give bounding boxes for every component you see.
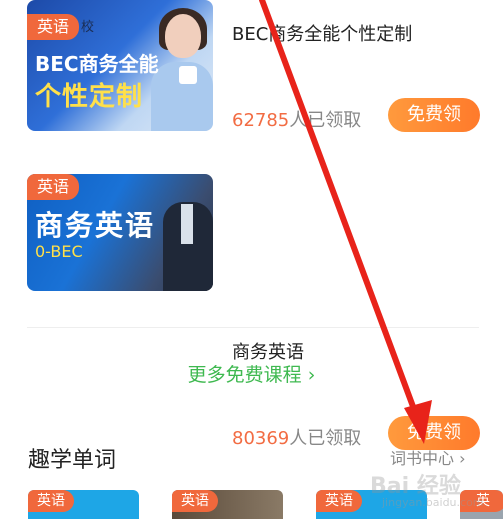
- subject-tag: 英语: [172, 490, 218, 512]
- vocab-card[interactable]: 英语: [28, 490, 139, 519]
- subject-tag: 英语: [316, 490, 362, 512]
- course-item[interactable]: 英语 校 BEC商务全能 个性定制 BEC商务全能个性定制 62785人已领取 …: [0, 0, 503, 150]
- claim-count-number: 80369: [232, 428, 290, 449]
- thumbnail-heading: BEC商务全能: [35, 52, 159, 76]
- section-title: 趣学单词: [28, 448, 117, 473]
- divider: [27, 327, 479, 328]
- subject-tag: 英语: [27, 14, 79, 40]
- course-title[interactable]: BEC商务全能个性定制: [232, 20, 412, 46]
- more-free-courses-link[interactable]: 更多免费课程 ›: [0, 360, 503, 387]
- course-item[interactable]: 英语 商务英语 0-BEC 商务英语 80369人已领取 免费领: [0, 160, 503, 450]
- thumbnail-heading: 商务英语: [35, 209, 156, 242]
- claim-count-label: 人已领取: [289, 428, 362, 449]
- thumbnail-subheading: 个性定制: [35, 82, 144, 112]
- claim-count: 80369人已领取: [232, 424, 361, 450]
- claim-count-number: 62785: [232, 110, 290, 131]
- claim-count-label: 人已领取: [289, 110, 362, 131]
- vocab-center-link[interactable]: 词书中心 ›: [390, 445, 466, 469]
- claim-count: 62785人已领取: [232, 106, 361, 132]
- thumbnail-subheading: 0-BEC: [35, 242, 83, 261]
- vocab-card[interactable]: 英语: [172, 490, 283, 519]
- subject-tag: 英语: [28, 490, 74, 512]
- claim-free-button[interactable]: 免费领: [388, 98, 480, 132]
- businessman-image: [157, 182, 213, 291]
- course-thumbnail[interactable]: 英语 商务英语 0-BEC: [27, 174, 213, 291]
- course-thumbnail[interactable]: 英语 校 BEC商务全能 个性定制: [27, 0, 213, 131]
- subject-tag: 英语: [27, 174, 79, 200]
- thumbnail-school-text: 校: [81, 20, 95, 35]
- watermark-url: jingyan.baidu.com: [382, 496, 484, 509]
